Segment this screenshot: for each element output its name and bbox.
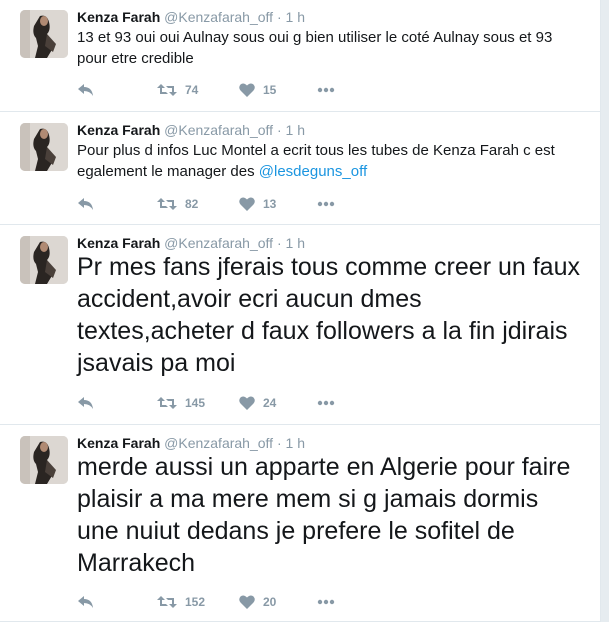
- tweet-header: Kenza Farah @Kenzafarah_off · 1 h: [77, 8, 305, 26]
- like-button[interactable]: 20: [239, 592, 276, 612]
- separator: ·: [276, 122, 282, 138]
- retweet-icon: [157, 84, 177, 96]
- retweet-button[interactable]: 82: [157, 194, 198, 214]
- reply-icon: [78, 84, 93, 96]
- tweet-text-body: merde aussi un apparte en Algerie pour f…: [77, 453, 571, 577]
- retweet-button[interactable]: 145: [157, 393, 205, 413]
- timestamp[interactable]: 1 h: [286, 122, 305, 138]
- retweet-icon: [157, 596, 177, 608]
- author-name[interactable]: Kenza Farah: [77, 9, 160, 25]
- separator: ·: [276, 9, 282, 25]
- retweet-icon: [157, 397, 177, 409]
- like-button[interactable]: 24: [239, 393, 276, 413]
- tweet-text-body: 13 et 93 oui oui Aulnay sous oui g bien …: [77, 29, 553, 67]
- like-button[interactable]: 13: [239, 194, 276, 214]
- mention-link[interactable]: @lesdeguns_off: [259, 163, 367, 180]
- timestamp[interactable]: 1 h: [286, 9, 305, 25]
- avatar[interactable]: [20, 10, 68, 58]
- retweet-icon: [157, 198, 177, 210]
- avatar[interactable]: [20, 123, 68, 171]
- retweet-button[interactable]: 152: [157, 592, 205, 612]
- heart-icon: [239, 595, 255, 609]
- like-count: 13: [263, 197, 277, 211]
- more-icon: [317, 400, 335, 406]
- retweet-count: 82: [185, 197, 199, 211]
- author-name[interactable]: Kenza Farah: [77, 235, 160, 251]
- author-name[interactable]: Kenza Farah: [77, 435, 160, 451]
- retweet-count: 145: [185, 396, 206, 410]
- like-count: 20: [263, 595, 277, 609]
- tweet[interactable]: Kenza Farah @Kenzafarah_off · 1 h Pr mes…: [0, 226, 600, 425]
- more-icon: [317, 87, 335, 93]
- author-handle[interactable]: @Kenzafarah_off: [164, 9, 273, 25]
- action-bar: 145 24: [77, 393, 377, 413]
- author-handle[interactable]: @Kenzafarah_off: [164, 435, 273, 451]
- reply-icon: [78, 198, 93, 210]
- tweet[interactable]: Kenza Farah @Kenzafarah_off · 1 h Pour p…: [0, 113, 600, 225]
- tweet-text: merde aussi un apparte en Algerie pour f…: [77, 451, 580, 579]
- separator: ·: [276, 235, 282, 251]
- more-icon: [317, 201, 335, 207]
- tweet[interactable]: Kenza Farah @Kenzafarah_off · 1 h merde …: [0, 426, 600, 622]
- more-button[interactable]: [317, 194, 335, 214]
- retweet-button[interactable]: 74: [157, 80, 198, 100]
- separator: ·: [276, 435, 282, 451]
- more-icon: [317, 599, 335, 605]
- reply-button[interactable]: [77, 393, 95, 413]
- tweet-header: Kenza Farah @Kenzafarah_off · 1 h: [77, 234, 305, 252]
- heart-icon: [239, 396, 255, 410]
- reply-button[interactable]: [77, 194, 95, 214]
- timestamp[interactable]: 1 h: [286, 435, 305, 451]
- reply-icon: [78, 397, 93, 409]
- more-button[interactable]: [317, 80, 335, 100]
- reply-button[interactable]: [77, 80, 95, 100]
- action-bar: 74 15: [77, 80, 377, 100]
- timestamp[interactable]: 1 h: [286, 235, 305, 251]
- more-button[interactable]: [317, 592, 335, 612]
- tweet-header: Kenza Farah @Kenzafarah_off · 1 h: [77, 121, 305, 139]
- reply-button[interactable]: [77, 592, 95, 612]
- tweet-text-body: Pr mes fans jferais tous comme creer un …: [77, 253, 580, 377]
- avatar[interactable]: [20, 436, 68, 484]
- retweet-count: 152: [185, 595, 206, 609]
- timeline: Kenza Farah @Kenzafarah_off · 1 h 13 et …: [0, 0, 601, 622]
- tweet-text: Pr mes fans jferais tous comme creer un …: [77, 251, 580, 379]
- heart-icon: [239, 197, 255, 211]
- like-button[interactable]: 15: [239, 80, 276, 100]
- author-handle[interactable]: @Kenzafarah_off: [164, 122, 273, 138]
- like-count: 24: [263, 396, 277, 410]
- more-button[interactable]: [317, 393, 335, 413]
- like-count: 15: [263, 83, 277, 97]
- action-bar: 82 13: [77, 194, 377, 214]
- avatar[interactable]: [20, 236, 68, 284]
- reply-icon: [78, 596, 93, 608]
- action-bar: 152 20: [77, 592, 377, 612]
- tweet-text: Pour plus d infos Luc Montel a ecrit tou…: [77, 140, 580, 182]
- tweet[interactable]: Kenza Farah @Kenzafarah_off · 1 h 13 et …: [0, 0, 600, 112]
- heart-icon: [239, 83, 255, 97]
- tweet-header: Kenza Farah @Kenzafarah_off · 1 h: [77, 434, 305, 452]
- retweet-count: 74: [185, 83, 199, 97]
- author-handle[interactable]: @Kenzafarah_off: [164, 235, 273, 251]
- author-name[interactable]: Kenza Farah: [77, 122, 160, 138]
- tweet-text: 13 et 93 oui oui Aulnay sous oui g bien …: [77, 27, 580, 69]
